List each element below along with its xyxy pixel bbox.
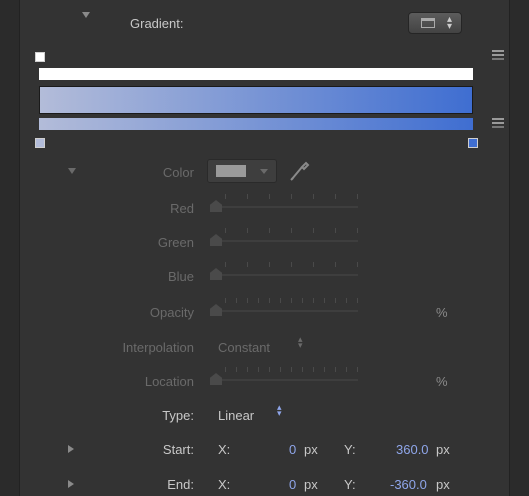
start-x-label: X: (218, 442, 231, 457)
chevron-updown-icon: ▴ ▾ (447, 14, 453, 32)
end-x-value[interactable]: 0 (289, 477, 296, 492)
red-slider[interactable] (210, 206, 358, 208)
blue-slider[interactable] (210, 274, 358, 276)
start-y-unit: px (436, 442, 450, 457)
opacity-slider-ticks (225, 298, 358, 303)
type-label: Type: (162, 408, 194, 423)
red-slider-ticks (225, 194, 358, 199)
end-label: End: (167, 477, 194, 492)
end-x-label: X: (218, 477, 231, 492)
start-y-label: Y: (344, 442, 356, 457)
gradient-disclosure-triangle[interactable] (82, 12, 90, 18)
gradient-preset-icon (421, 18, 435, 28)
opacity-slider[interactable] (210, 310, 358, 312)
green-label: Green (157, 235, 194, 250)
type-chevron-icon: ▴ ▾ (277, 402, 282, 418)
opacity-unit: % (436, 305, 448, 320)
opacity-stop-handle[interactable] (35, 52, 45, 62)
eyedropper-icon[interactable] (288, 159, 310, 183)
color-swatch (216, 165, 246, 177)
end-x-unit: px (304, 477, 318, 492)
type-popup[interactable]: Linear (218, 408, 254, 423)
gradient-preview-bar (39, 86, 473, 114)
opacity-label: Opacity (149, 305, 194, 320)
end-y-label: Y: (344, 477, 356, 492)
green-slider[interactable] (210, 240, 358, 242)
red-label: Red (170, 201, 194, 216)
end-y-unit: px (436, 477, 450, 492)
color-stop-menu-icon[interactable] (492, 118, 504, 130)
color-label: Color (162, 165, 194, 180)
start-x-value[interactable]: 0 (289, 442, 296, 457)
start-x-unit: px (304, 442, 318, 457)
color-bar[interactable] (39, 118, 473, 130)
start-y-value[interactable]: 360.0 (396, 442, 429, 457)
interpolation-chevron-icon: ▴ ▾ (298, 334, 303, 350)
gradient-preset-button[interactable]: ▴ ▾ (408, 12, 462, 34)
green-slider-ticks (225, 228, 358, 233)
location-label: Location (144, 374, 194, 389)
start-label: Start: (162, 442, 194, 457)
blue-label: Blue (167, 269, 194, 284)
interpolation-label: Interpolation (122, 340, 194, 355)
end-y-value[interactable]: -360.0 (390, 477, 427, 492)
location-slider-ticks (225, 367, 358, 372)
location-slider[interactable] (210, 379, 358, 381)
chevron-down-icon (260, 169, 268, 174)
opacity-bar[interactable] (39, 68, 473, 80)
location-unit: % (436, 374, 448, 389)
blue-slider-ticks (225, 262, 358, 267)
color-stop-end[interactable] (468, 138, 478, 148)
color-well[interactable] (207, 159, 277, 183)
color-stop-start[interactable] (35, 138, 45, 148)
gradient-title: Gradient: (130, 16, 184, 31)
opacity-stop-menu-icon[interactable] (492, 50, 504, 62)
interpolation-popup[interactable]: Constant (218, 340, 270, 355)
